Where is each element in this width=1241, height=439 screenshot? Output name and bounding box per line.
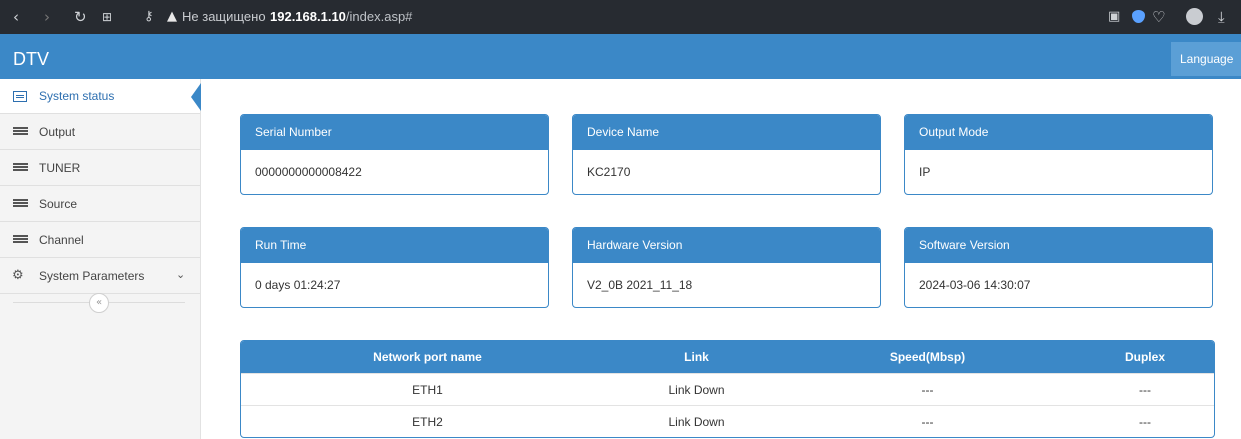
- sidebar-item-label: Source: [39, 197, 78, 211]
- menu-icon: [13, 127, 28, 135]
- address-bar[interactable]: 192.168.1.10/index.asp#: [270, 9, 412, 25]
- sidebar-item-system-parameters[interactable]: ⚙ System Parameters ⌄: [0, 259, 200, 294]
- table-cell: Link Down: [668, 383, 725, 397]
- card-run-time: Run Time 0 days 01:24:27: [240, 227, 549, 308]
- card-device-name: Device Name KC2170: [572, 114, 881, 195]
- card-title: Output Mode: [905, 115, 1212, 150]
- card-value: IP: [919, 165, 931, 179]
- shield-icon[interactable]: [1132, 10, 1145, 23]
- key-icon[interactable]: ⚷: [144, 8, 154, 26]
- table-cell: ---: [921, 415, 934, 429]
- column-header: Network port name: [373, 350, 482, 364]
- tabs-grid-icon[interactable]: ⊞: [102, 8, 112, 26]
- app-header: [0, 34, 1241, 79]
- brand-title[interactable]: DTV: [13, 48, 49, 70]
- card-title: Device Name: [573, 115, 880, 150]
- forward-icon[interactable]: ›: [44, 8, 50, 26]
- url-path: /index.asp#: [345, 9, 413, 24]
- sidebar-item-channel[interactable]: Channel: [0, 223, 200, 258]
- column-header: Speed(Mbsp): [889, 350, 966, 364]
- table-cell: ETH2: [412, 415, 443, 429]
- camera-icon[interactable]: ▣: [1108, 8, 1120, 26]
- collapse-sidebar-button[interactable]: «: [89, 293, 109, 313]
- card-value: 0000000000008422: [255, 165, 362, 179]
- sidebar-item-label: System status: [39, 89, 115, 103]
- language-dropdown[interactable]: Language: [1171, 42, 1241, 76]
- card-title: Serial Number: [241, 115, 548, 150]
- sidebar: System status Output TUNER Source Channe…: [0, 79, 201, 439]
- table-row: ETH1 Link Down --- ---: [241, 373, 1214, 405]
- sidebar-item-output[interactable]: Output: [0, 115, 200, 150]
- card-value: KC2170: [587, 165, 631, 179]
- sidebar-item-label: System Parameters: [39, 269, 145, 283]
- profile-avatar[interactable]: [1186, 8, 1203, 25]
- card-output-mode: Output Mode IP: [904, 114, 1213, 195]
- browser-toolbar: ‹ › ↻ ⊞ ⚷ ▲ Не защищено 192.168.1.10/ind…: [0, 0, 1241, 34]
- card-title: Software Version: [905, 228, 1212, 263]
- column-header: Duplex: [1124, 350, 1165, 364]
- menu-icon: [13, 199, 28, 207]
- card-serial-number: Serial Number 0000000000008422: [240, 114, 549, 195]
- sidebar-item-source[interactable]: Source: [0, 187, 200, 222]
- menu-icon: [13, 163, 28, 171]
- table-header: Network port name Link Speed(Mbsp) Duple…: [241, 341, 1214, 373]
- sidebar-item-system-status[interactable]: System status: [0, 79, 200, 114]
- card-hardware-version: Hardware Version V2_0B 2021_11_18: [572, 227, 881, 308]
- active-indicator-arrow: [191, 83, 201, 111]
- sidebar-item-label: Channel: [39, 233, 84, 247]
- card-title: Run Time: [241, 228, 548, 263]
- warning-icon[interactable]: ▲: [167, 8, 177, 26]
- network-port-table: Network port name Link Speed(Mbsp) Duple…: [240, 340, 1215, 438]
- card-value: V2_0B 2021_11_18: [587, 278, 693, 292]
- table-row: ETH2 Link Down --- ---: [241, 405, 1214, 437]
- back-icon[interactable]: ‹: [13, 8, 19, 26]
- table-cell: ---: [921, 383, 934, 397]
- card-value: 0 days 01:24:27: [255, 278, 341, 292]
- insecure-label[interactable]: Не защищено: [182, 9, 266, 25]
- card-value: 2024-03-06 14:30:07: [919, 278, 1031, 292]
- sidebar-item-label: TUNER: [39, 161, 81, 175]
- heart-icon[interactable]: ♡: [1152, 8, 1165, 26]
- reload-icon[interactable]: ↻: [74, 8, 87, 26]
- card-software-version: Software Version 2024-03-06 14:30:07: [904, 227, 1213, 308]
- table-cell: Link Down: [668, 415, 725, 429]
- table-cell: ---: [1139, 383, 1151, 397]
- chevron-down-icon: ⌄: [176, 268, 186, 281]
- gears-icon: ⚙: [12, 268, 24, 283]
- column-header: Link: [684, 350, 709, 364]
- table-cell: ETH1: [412, 383, 443, 397]
- language-label: Language: [1180, 52, 1234, 66]
- sidebar-item-tuner[interactable]: TUNER: [0, 151, 200, 186]
- menu-icon: [13, 235, 28, 243]
- download-icon[interactable]: ⤓: [1218, 8, 1225, 26]
- table-cell: ---: [1139, 415, 1151, 429]
- card-title: Hardware Version: [573, 228, 880, 263]
- url-host: 192.168.1.10: [270, 9, 346, 24]
- sidebar-item-label: Output: [39, 125, 76, 139]
- monitor-icon: [13, 91, 27, 102]
